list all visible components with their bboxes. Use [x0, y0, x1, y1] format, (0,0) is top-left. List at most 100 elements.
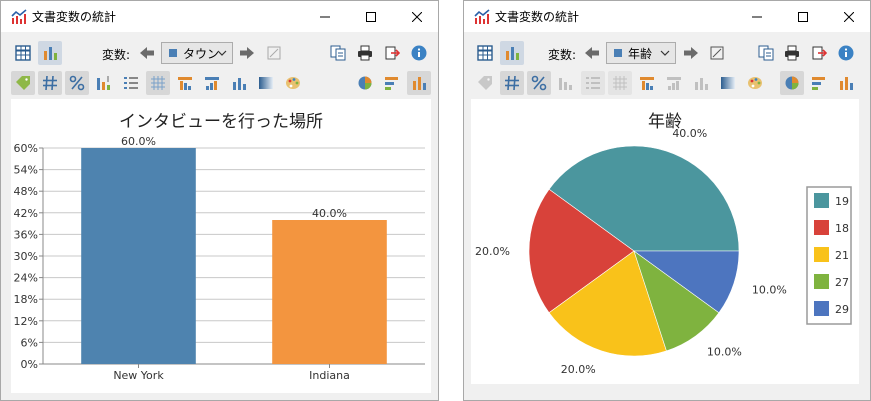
variable-select-value: 年齢 [628, 46, 653, 61]
previous-variable-button[interactable] [580, 41, 604, 65]
previous-variable-button[interactable] [135, 41, 159, 65]
label-toggle-button[interactable] [473, 71, 497, 95]
grid-icon [613, 76, 627, 90]
close-button[interactable] [394, 1, 440, 32]
chart-view-button[interactable] [38, 41, 62, 65]
slice-label: 10.0% [752, 283, 787, 296]
palette-button[interactable] [281, 71, 305, 95]
arrow-right-icon [684, 47, 698, 59]
percent-toggle-button[interactable] [527, 71, 551, 95]
sort-button[interactable] [554, 71, 578, 95]
bar-chart-icon [233, 78, 246, 90]
list-button[interactable] [119, 71, 143, 95]
minimize-button[interactable] [302, 1, 348, 32]
vertical-bar-button[interactable] [407, 71, 431, 95]
sort-button[interactable] [92, 71, 116, 95]
bar-asc-icon [667, 77, 681, 90]
grid-toggle-button[interactable] [608, 71, 632, 95]
copy-button[interactable] [754, 41, 778, 65]
pie-icon [785, 76, 799, 90]
label-toggle-button[interactable] [11, 71, 35, 95]
table-view-button[interactable] [11, 41, 35, 65]
chart-view-icon [413, 77, 426, 90]
maximize-button[interactable] [348, 1, 394, 32]
maximize-icon [798, 11, 808, 22]
slice-label: 10.0% [707, 345, 742, 358]
table-view-icon [15, 45, 31, 61]
export-button[interactable] [380, 41, 404, 65]
gradient-icon [259, 77, 273, 89]
chart-area: 年齢 40.0% 20.0% 20.0% 10.0% 10.0% 19 18 21 27 29 [471, 99, 859, 384]
percent-icon [531, 75, 547, 91]
table-view-button[interactable] [473, 41, 497, 65]
print-button[interactable] [780, 41, 804, 65]
bar-chart-button[interactable] [227, 71, 251, 95]
variable-color-swatch [169, 49, 177, 57]
percent-toggle-button[interactable] [65, 71, 89, 95]
slice-label: 20.0% [561, 363, 596, 376]
count-toggle-button[interactable] [500, 71, 524, 95]
window-title: 文書変数の統計 [495, 10, 580, 24]
variable-label: 変数: [548, 48, 577, 62]
variable-select-value: タウン [183, 46, 220, 61]
variable-select[interactable]: 年齢 [606, 42, 676, 64]
next-variable-button[interactable] [679, 41, 703, 65]
y-tick-label: 48% [14, 185, 38, 198]
info-button[interactable] [834, 41, 858, 65]
horizontal-bar-button[interactable] [380, 71, 404, 95]
print-button[interactable] [353, 41, 377, 65]
bar [81, 148, 196, 364]
empty-set-icon [710, 46, 724, 60]
palette-icon [748, 77, 762, 89]
tag-icon [478, 76, 492, 90]
minimize-icon [320, 16, 330, 17]
gradient-button[interactable] [716, 71, 740, 95]
horizontal-bar-button[interactable] [807, 71, 831, 95]
bar-chart: 0% 6% 12% 18% 24% 30% 36% 42% 48% 54% 60% 60.0% New … [14, 135, 425, 382]
maximize-icon [366, 11, 376, 22]
table-view-icon [477, 45, 493, 61]
variable-select[interactable]: タウン [161, 42, 233, 64]
print-icon [785, 45, 799, 61]
title-bar: 文書変数の統計 [1, 1, 438, 32]
sort-ascending-button[interactable] [662, 71, 686, 95]
gradient-button[interactable] [254, 71, 278, 95]
pie-chart-button[interactable] [780, 71, 804, 95]
list-button[interactable] [581, 71, 605, 95]
count-toggle-button[interactable] [38, 71, 62, 95]
minimize-button[interactable] [734, 1, 780, 32]
vertical-bar-button[interactable] [834, 71, 858, 95]
y-tick-label: 30% [14, 250, 38, 263]
close-icon [844, 11, 854, 22]
y-tick-label: 36% [14, 228, 38, 241]
close-button[interactable] [826, 1, 871, 32]
bar-asc-icon [205, 77, 219, 90]
palette-button[interactable] [743, 71, 767, 95]
export-icon [385, 46, 400, 60]
statistics-window-town: 文書変数の統計 変数: タウン インタビューを行った場所 0% 6% 12% 1… [0, 0, 439, 401]
info-button[interactable] [407, 41, 431, 65]
variable-label: 変数: [102, 48, 131, 62]
bar-chart-icon [695, 78, 708, 90]
grid-toggle-button[interactable] [146, 71, 170, 95]
data-label: 60.0% [121, 135, 156, 148]
maximize-button[interactable] [780, 1, 826, 32]
bar-desc-icon [640, 77, 654, 90]
bar-chart-button[interactable] [689, 71, 713, 95]
sort-descending-button[interactable] [173, 71, 197, 95]
sort-descending-button[interactable] [635, 71, 659, 95]
sort-ascending-button[interactable] [200, 71, 224, 95]
empty-values-button[interactable] [705, 41, 729, 65]
empty-values-button[interactable] [262, 41, 286, 65]
empty-set-icon [267, 46, 281, 60]
legend-label: 18 [835, 222, 849, 235]
export-button[interactable] [807, 41, 831, 65]
chart-view-button[interactable] [500, 41, 524, 65]
copy-button[interactable] [326, 41, 350, 65]
next-variable-button[interactable] [235, 41, 259, 65]
pie-chart-button[interactable] [353, 71, 377, 95]
legend-swatch [814, 301, 829, 316]
legend-label: 29 [835, 303, 849, 316]
export-icon [812, 46, 827, 60]
y-tick-label: 42% [14, 207, 38, 220]
